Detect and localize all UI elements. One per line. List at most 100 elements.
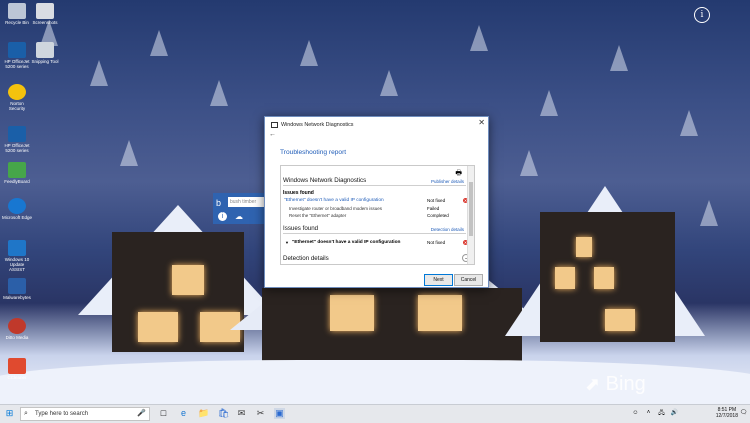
detection-details-link[interactable]: Detection details [431, 227, 464, 232]
cancel-button[interactable]: Cancel [454, 274, 483, 286]
back-arrow-icon[interactable]: ← [269, 131, 276, 138]
next-button[interactable]: Next [424, 274, 453, 286]
network-diagnostics-dialog: Windows Network Diagnostics ✕ ← Troubles… [264, 116, 489, 288]
snowy-tree [610, 45, 628, 71]
issue-2-status: Not fixed [427, 240, 446, 245]
desktop-icon-snipping[interactable]: Snipping Tool [30, 42, 60, 64]
desktop-icon-recycle-bin[interactable]: Recycle Bin [2, 3, 32, 25]
microphone-icon[interactable]: 🎤 [137, 408, 146, 420]
sub-item-status: Completed [427, 213, 449, 218]
bing-logo-icon: ⬈ [585, 374, 601, 394]
desktop-icon-malwarebytes[interactable]: Malwarebytes [2, 278, 32, 300]
bing-logo-icon: b [216, 198, 222, 208]
sub-item-status: Failed [427, 206, 440, 211]
snipping-tool-icon[interactable]: ✂ [255, 408, 266, 419]
snowy-tree [150, 30, 168, 56]
snowy-tree [120, 140, 138, 166]
sub-item-label: Investigate router or broadband modem is… [289, 206, 383, 211]
search-icon: ⌕ [24, 410, 28, 417]
desktop-icon-edge[interactable]: Microsoft Edge [2, 198, 32, 220]
snowy-tree [470, 25, 488, 51]
publisher-details-link[interactable]: Publisher details [431, 179, 464, 184]
snowy-tree [520, 150, 538, 176]
desktop-icon-feedly[interactable]: FeedlyBoard [2, 162, 32, 184]
file-explorer-icon[interactable]: 📁 [198, 408, 209, 419]
desktop-icon-label: Recycle Bin [5, 20, 29, 25]
system-clock[interactable]: 8:51 PM 12/7/2018 [716, 407, 738, 419]
issue-link[interactable]: "Ethernet" doesn't have a valid IP confi… [284, 198, 384, 203]
weather-icon[interactable]: ☁ [235, 212, 243, 221]
desktop-icon-label: HP OfficeJet 5200 series [4, 59, 30, 69]
house-window [330, 295, 374, 331]
snowy-tree [210, 80, 228, 106]
house-window [605, 309, 635, 331]
desktop-icon-label: Screenshots [32, 20, 58, 25]
snowy-tree [380, 70, 398, 96]
desktop-icon-label: CCleaner [7, 375, 27, 380]
desktop-icon-label: Norton Security [8, 101, 26, 111]
house-window [138, 312, 178, 342]
desktop-icon-hp-officejet[interactable]: HP OfficeJet 5200 series [2, 42, 32, 69]
house-center [262, 288, 522, 363]
desktop-icon-label: FeedlyBoard [4, 179, 30, 184]
desktop-icon-ccleaner[interactable]: CCleaner [2, 358, 32, 380]
cortana-search-input[interactable]: bush timber [228, 197, 265, 207]
house-window [418, 295, 462, 331]
issue-2-label[interactable]: "Ethernet" doesn't have a valid IP confi… [292, 240, 401, 245]
desktop-icon-update-assistant[interactable]: Windows 10 Update ASSIST [2, 240, 32, 272]
detection-section: Detection details [283, 255, 329, 262]
close-icon[interactable]: ✕ [478, 118, 485, 127]
taskbar-search-input[interactable]: ⌕ Type here to search 🎤 [20, 407, 150, 421]
desktop-icon-screenshots[interactable]: Screenshots [30, 3, 60, 25]
task-view-icon[interactable]: □ [158, 408, 169, 419]
desktop-icon-label: Windows 10 Update ASSIST [4, 257, 30, 272]
cortana-search-bubble[interactable]: b bush timber i ☁ [213, 193, 265, 224]
snowy-tree [90, 60, 108, 86]
taskbar: ⊞ ⌕ Type here to search 🎤 □ e 📁 🛍 ✉ ✂ ▣ … [0, 404, 750, 423]
chevron-up-icon[interactable]: ˄ [643, 408, 654, 419]
notifications-icon[interactable]: 🗨 [738, 408, 749, 419]
store-icon[interactable]: 🛍 [218, 408, 229, 419]
app-icon [271, 121, 278, 128]
sub-item-label: Reset the "Ethernet" adapter [289, 213, 347, 218]
desktop-icon-norton[interactable]: Norton Security [2, 84, 32, 111]
title-bar: Windows Network Diagnostics ✕ [265, 117, 488, 132]
scrollbar[interactable] [467, 166, 474, 264]
clock-date: 12/7/2018 [715, 413, 738, 419]
bing-watermark-text: Bing [605, 373, 646, 395]
scrollbar-thumb[interactable] [469, 182, 473, 236]
network-icon[interactable]: 🖧 [656, 408, 667, 419]
snowy-tree [300, 40, 318, 66]
window-title: Windows Network Diagnostics [281, 121, 354, 128]
expand-triangle-icon[interactable]: ▼ [285, 240, 289, 245]
house-window [576, 237, 592, 257]
desktop-icon-label: Ditto Media [5, 335, 29, 340]
snowy-tree [540, 90, 558, 116]
house-window [555, 267, 575, 289]
windows-start-icon[interactable]: ⊞ [4, 408, 15, 419]
people-icon[interactable]: ☺ [630, 408, 641, 419]
desktop-icon-label: Microsoft Edge [2, 215, 33, 220]
report-panel: 🖶 Windows Network Diagnostics Publisher … [280, 165, 475, 265]
desktop-icon-hp-officejet-2[interactable]: HP OfficeJet 5200 series [2, 126, 32, 153]
diagnostics-taskbar-icon[interactable]: ▣ [274, 408, 285, 419]
volume-icon[interactable]: 🔊 [669, 408, 680, 419]
issue-status: Not fixed [427, 198, 446, 203]
report-title: Troubleshooting report [280, 149, 347, 156]
house-window [172, 265, 204, 295]
house-window [594, 267, 614, 289]
edge-icon[interactable]: e [178, 408, 189, 419]
issues-found-section: Issues found [283, 225, 319, 232]
desktop-icon-label: Malwarebytes [3, 295, 31, 300]
snowy-tree [680, 110, 698, 136]
mail-icon[interactable]: ✉ [236, 408, 247, 419]
panel-heading: Windows Network Diagnostics [283, 177, 367, 184]
search-placeholder: Type here to search [35, 411, 89, 417]
info-icon[interactable]: i [218, 212, 227, 221]
bing-watermark: ⬈ Bing [585, 373, 646, 396]
desktop-icon-media[interactable]: Ditto Media [2, 318, 32, 340]
info-circle-icon[interactable]: i [694, 7, 710, 23]
desktop-icon-label: Snipping Tool [31, 59, 59, 64]
desktop-icon-label: HP OfficeJet 5200 series [4, 143, 30, 153]
issues-found-label: Issues found [283, 190, 314, 196]
